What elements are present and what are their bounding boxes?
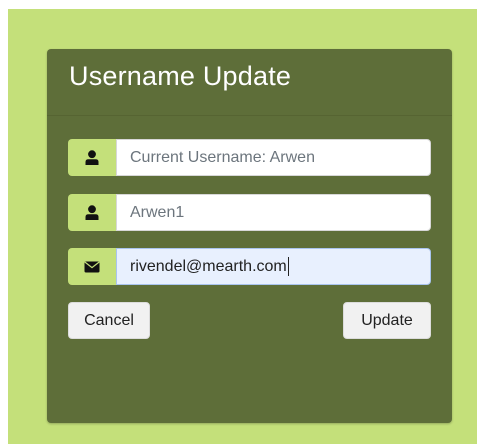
user-icon [68,139,116,176]
cancel-button[interactable]: Cancel [68,302,150,339]
current-username-field[interactable]: Current Username: Arwen [116,139,431,176]
username-update-card: Username Update Current Username: Arwen … [47,49,452,423]
card-title: Username Update [69,61,292,91]
envelope-icon [68,248,116,285]
card-header: Username Update [47,49,452,116]
email-field[interactable]: rivendel@mearth.com [116,248,431,285]
email-row: rivendel@mearth.com [68,248,431,285]
new-username-value: Arwen1 [130,203,185,221]
email-value: rivendel@mearth.com [130,257,287,275]
current-username-placeholder: Current Username: Arwen [130,148,315,166]
new-username-field[interactable]: Arwen1 [116,194,431,231]
new-username-row: Arwen1 [68,194,431,231]
text-caret [287,257,289,276]
current-username-row: Current Username: Arwen [68,139,431,176]
update-button[interactable]: Update [343,302,431,339]
user-icon [68,194,116,231]
